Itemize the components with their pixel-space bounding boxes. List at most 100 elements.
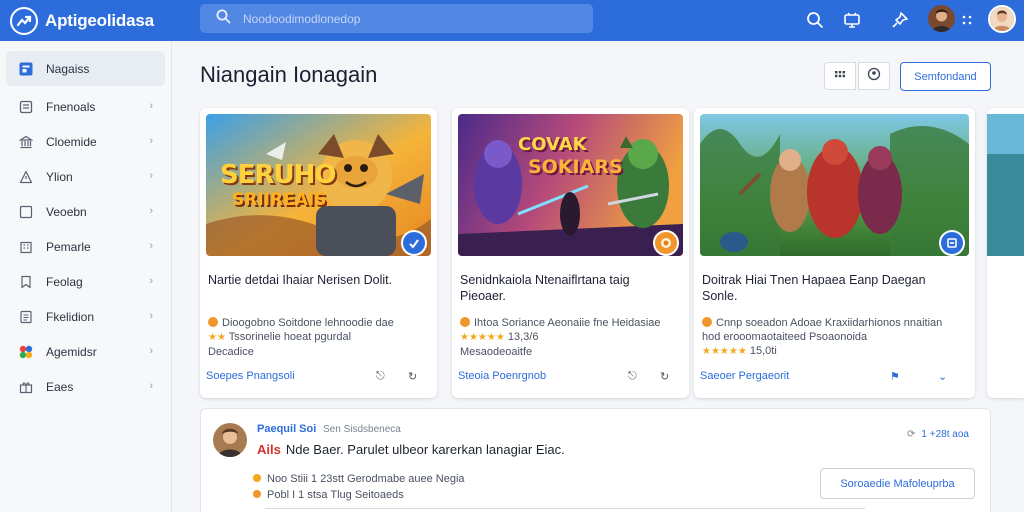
more-icon[interactable]: ↻ [408,370,417,383]
shield-badge-icon [939,230,965,256]
cover-title-text: SERUHO [220,160,336,190]
sidebar-item-agemidsr[interactable]: Agemidsr › [6,334,165,369]
post-author[interactable]: Paequil Soi [257,423,316,435]
card-link[interactable]: Saeoer Pergaeorit [700,370,789,382]
game-cover-image: COVAK SOKIARS [458,114,683,256]
card-link[interactable]: Soepes Pnangsoli [206,370,295,382]
chevron-right-icon: › [149,100,153,112]
grid-dots-icon[interactable] [960,9,974,31]
cover-subtitle-text: SRIIREAIS [232,190,327,210]
activity-post: Paequil Soi Sen Sisdsbeneca Ails Nde Baer… [200,408,991,512]
list-icon [18,99,34,115]
sidebar-item-nagaiss[interactable]: Nagaiss [6,51,165,86]
author-avatar[interactable] [213,423,247,457]
location-button[interactable] [858,62,890,90]
grid-view-button[interactable] [824,62,856,90]
user-avatar[interactable] [928,5,955,32]
chevron-right-icon: › [149,310,153,322]
sidebar-item-label: Agemidsr [46,344,97,359]
rating-stars-icon: ★★ [208,332,226,343]
page-title: Niangain Ionagain [200,62,378,87]
rating-stars-icon: ★★★★★ [460,332,505,343]
chevron-right-icon: › [149,380,153,392]
sidebar-item-cloemide[interactable]: Cloemide › [6,124,165,159]
sidebar-item-veoebn[interactable]: Veoebn › [6,194,165,229]
game-card[interactable]: COVAK SOKIARS Senidnkaiola Ntenaiflrtana… [452,108,689,398]
post-detail-text: Noo Stiii 1 23stt Gerodmabe auee Negia [267,473,465,485]
square-icon [18,204,34,220]
chevron-down-icon[interactable]: ⌄ [938,370,947,383]
post-action-button[interactable]: Soroaedie Mafoleuprba [820,468,975,499]
search-icon[interactable] [804,9,826,31]
search-icon [216,9,231,29]
check-badge-icon [401,230,427,256]
chevron-right-icon: › [149,135,153,147]
star-icon [253,474,261,482]
profile-avatar[interactable] [988,5,1016,33]
coin-badge-icon [653,230,679,256]
sidebar-item-fnenoals[interactable]: Fnenoals › [6,89,165,124]
sidebar-item-ylion[interactable]: Ylion › [6,159,165,194]
location-icon [867,67,881,86]
top-bar: Aptigeolidasa [0,0,1024,41]
apps-icon [18,61,34,77]
card-title[interactable]: Nartie detdai Ihaiar Nerisen Dolit. [208,272,423,288]
bookmark-icon[interactable]: ⚑ [890,370,900,383]
post-stats: ⟳ 1 +28t aoa [907,429,969,440]
post-detail-line: Pobl I 1 stsa Tlug Seitoaeds [253,489,404,501]
card-description: Dioogobno Soitdone lehnoodie dae ★★ Tsso… [208,316,423,359]
sidebar-item-pemarle[interactable]: Pemarle › [6,229,165,264]
card-title[interactable]: Senidnkaiola Ntenaiflrtana taig Pieoaer. [460,272,675,304]
search-bar[interactable] [200,4,593,33]
post-meta: Sen Sisdsbeneca [323,424,401,435]
card-desc-line: Ihtoa Soriance Aeonaiie fne Heidasiae [474,317,661,329]
card-desc-line: Mesaodeoaitfe [460,346,533,358]
search-input[interactable] [243,11,573,26]
trend-icon [10,6,38,35]
post-detail-line: Noo Stiii 1 23stt Gerodmabe auee Negia [253,473,465,485]
sidebar-item-label: Cloemide [46,134,97,149]
sidebar-item-feolag[interactable]: Feolag › [6,264,165,299]
pin-icon[interactable] [889,9,911,31]
card-description: Ihtoa Soriance Aeonaiie fne Heidasiae ★★… [460,316,675,359]
rating-stars-icon: ★★★★★ [702,346,747,357]
game-card[interactable]: Doitrak Hiai Tnen Hapaea Eanp Daegan Son… [694,108,975,398]
more-icon[interactable]: ↻ [660,370,669,383]
sidebar-item-fkelidion[interactable]: Fkelidion › [6,299,165,334]
sidebar-item-eaes[interactable]: Eaes › [6,369,165,404]
chevron-right-icon: › [149,345,153,357]
rating-value: 13,3/6 [507,331,539,343]
sidebar-item-label: Eaes [46,379,74,394]
building-icon [18,239,34,255]
grid-icon [834,67,846,85]
card-description: Cnnp soeadon Adoae Kraxiidarhionos nnait… [702,316,952,359]
card-title[interactable]: Doitrak Hiai Tnen Hapaea Eanp Daegan Son… [702,272,952,304]
coin-icon [702,317,712,327]
refresh-icon[interactable]: ⟳ [907,429,915,440]
bookmark-icon [18,274,34,290]
share-icon[interactable]: ⎋ [628,370,637,383]
primary-action-button[interactable]: Semfondand [900,62,991,91]
gift-icon [18,379,34,395]
sidebar-item-label: Pemarle [46,239,91,254]
sidebar-item-label: Fnenoals [46,99,96,114]
cover-subtitle-text: SOKIARS [528,156,623,178]
sidebar-item-label: Feolag [46,274,83,289]
post-detail-text: Pobl I 1 stsa Tlug Seitoaeds [267,489,404,501]
card-link[interactable]: Steoia Poenrgnob [458,370,546,382]
next-card-peek[interactable] [987,108,1024,398]
game-card[interactable]: SERUHO SRIIREAIS Nartie detdai Ihaiar Ne… [200,108,437,398]
chevron-right-icon: › [149,170,153,182]
sidebar-item-label: Nagaiss [46,61,90,76]
card-desc-line: Cnnp soeadon Adoae Kraxiidarhionos nnait… [716,317,943,329]
coin-icon [208,317,218,327]
monitor-icon[interactable] [841,9,863,31]
chevron-right-icon: › [149,240,153,252]
share-icon[interactable]: ⎋ [376,370,385,383]
coin-icon [253,490,261,498]
post-headline-text: Nde Baer. Parulet ulbeor karerkan lanagi… [285,442,565,457]
app-logo[interactable]: Aptigeolidasa [10,6,190,35]
color-wheel-icon [18,344,34,360]
coin-icon [460,317,470,327]
post-stats-label: +28t aoa [929,429,969,440]
